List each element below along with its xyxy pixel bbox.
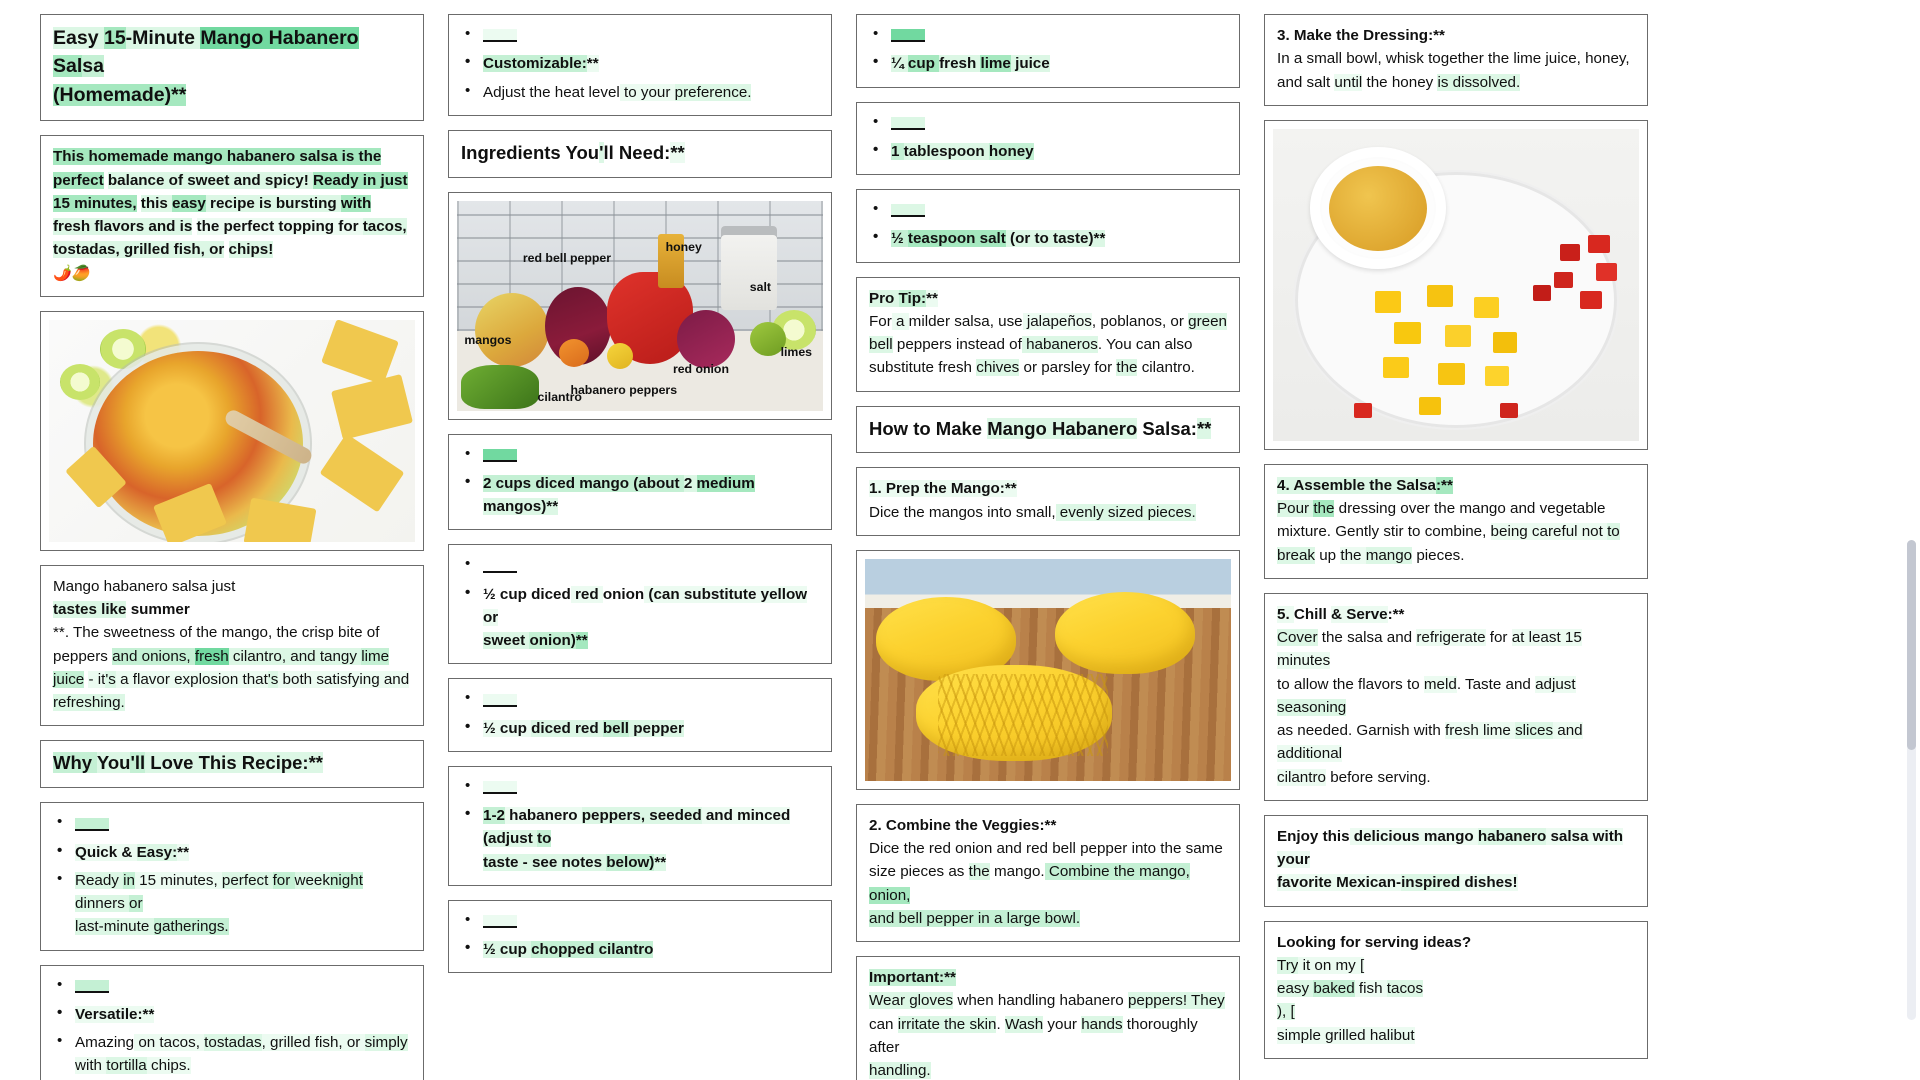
- block-title: Easy 15-Minute Mango Habanero Salsa (Hom…: [40, 14, 424, 122]
- block-closing: Enjoy this delicious mango habanero sals…: [1264, 814, 1648, 907]
- mango-board-photo: [865, 558, 1231, 781]
- image-label-cilantro: cilantro: [537, 389, 582, 404]
- list-item: [461, 553, 819, 577]
- image-label-salt: salt: [749, 280, 771, 295]
- blank-line-icon: [891, 29, 925, 43]
- list-item: [869, 23, 1227, 47]
- list-item: [461, 687, 819, 711]
- blank-line-icon: [483, 693, 517, 707]
- block-ingredient-1: ½ cup diced red onion (can substitute ye…: [448, 544, 832, 665]
- list-item: [461, 775, 819, 799]
- dressing-and-diced-photo: [1273, 128, 1639, 441]
- block-pro-tip: Pro Tip:** For a milder salsa, use jalap…: [856, 276, 1240, 392]
- block-ingredients-heading: Ingredients You'll Need:**: [448, 129, 832, 178]
- column-3: ¼ cup fresh lime juice 1 tablespoon hone…: [856, 14, 1240, 1080]
- image-label-red-onion: red onion: [672, 362, 729, 377]
- blank-line-icon: [483, 781, 517, 795]
- document-segmentation-view: Easy 15-Minute Mango Habanero Salsa (Hom…: [0, 0, 1920, 1080]
- block-ingredient-0: 2 cups diced mango (about 2 medium mango…: [448, 433, 832, 531]
- block-how-heading: How to Make Mango Habanero Salsa:**: [856, 405, 1240, 454]
- serving-ideas-heading: Looking for serving ideas?: [1277, 933, 1472, 951]
- salsa-bowl-photo: [49, 319, 415, 542]
- block-step-4: 5. Chill & Serve:** Cover the salsa and …: [1264, 592, 1648, 801]
- column-4: 3. Make the Dressing:** In a small bowl,…: [1264, 14, 1648, 1080]
- image-label-honey: honey: [665, 240, 702, 255]
- block-step-3: 4. Assemble the Salsa:** Pour the dressi…: [1264, 463, 1648, 579]
- blank-line-icon: [483, 449, 517, 463]
- list-item: [461, 443, 819, 467]
- blank-line-icon: [75, 817, 109, 831]
- block-why-item-1: Versatile:** Amazing on tacos, tostadas,…: [40, 964, 424, 1080]
- list-item: [53, 974, 411, 998]
- block-image-salsa-bowl: [40, 310, 424, 551]
- block-why-item-0: Quick & Easy:** Ready in 15 minutes, per…: [40, 802, 424, 951]
- tastes-line-1: Mango habanero salsa just: [53, 577, 236, 595]
- block-important: Important:** Wear gloves when handling h…: [856, 956, 1240, 1080]
- image-label-limes: limes: [780, 345, 813, 360]
- block-why-heading: Why You'll Love This Recipe:**: [40, 740, 424, 789]
- scrollbar-thumb[interactable]: [1907, 540, 1916, 750]
- blank-line-icon: [483, 915, 517, 929]
- list-item: [53, 811, 411, 835]
- column-2: Customizable:** Adjust the heat level to…: [448, 14, 832, 1080]
- block-step-0: 1. Prep the Mango:** Dice the mangos int…: [856, 467, 1240, 536]
- ingredients-flatlay-photo: red bell pepper honey salt mangos limes …: [457, 200, 823, 411]
- block-ingredient-7: ½ teaspoon salt (or to taste)**: [856, 189, 1240, 263]
- block-intro: This homemade mango habanero salsa is th…: [40, 135, 424, 297]
- block-image-mango-board: [856, 549, 1240, 790]
- list-item: [869, 198, 1227, 222]
- block-ingredient-2: ½ cup diced red bell pepper: [448, 678, 832, 752]
- block-step-2: 3. Make the Dressing:** In a small bowl,…: [1264, 14, 1648, 106]
- block-ingredient-5: ¼ cup fresh lime juice: [856, 14, 1240, 88]
- blank-line-icon: [75, 980, 109, 994]
- block-serving-ideas: Looking for serving ideas? Try it on my …: [1264, 920, 1648, 1059]
- blank-line-icon: [891, 116, 925, 130]
- image-label-habanero-peppers: habanero peppers: [570, 383, 678, 398]
- blank-line-icon: [891, 204, 925, 218]
- list-item: [461, 909, 819, 933]
- block-image-ingredients: red bell pepper honey salt mangos limes …: [448, 191, 832, 420]
- block-step-1: 2. Combine the Veggies:** Dice the red o…: [856, 803, 1240, 943]
- block-why-item-2: Customizable:** Adjust the heat level to…: [448, 14, 832, 116]
- block-image-dressing-bowl: [1264, 119, 1648, 450]
- list-item: [461, 23, 819, 47]
- page-scrollbar[interactable]: [1907, 540, 1916, 1020]
- blank-line-icon: [483, 560, 517, 573]
- block-tastes-like-summer: Mango habanero salsa just tastes like su…: [40, 564, 424, 727]
- blank-line-icon: [483, 29, 517, 43]
- list-item: [869, 110, 1227, 135]
- column-1: Easy 15-Minute Mango Habanero Salsa (Hom…: [40, 14, 424, 1080]
- block-ingredient-3: 1-2 habanero peppers, seeded and minced …: [448, 765, 832, 886]
- image-label-mangos: mangos: [464, 332, 512, 347]
- image-label-red-bell-pepper: red bell pepper: [522, 250, 612, 265]
- block-ingredient-6: 1 tablespoon honey: [856, 101, 1240, 175]
- block-ingredient-4: ½ cup chopped cilantro: [448, 899, 832, 974]
